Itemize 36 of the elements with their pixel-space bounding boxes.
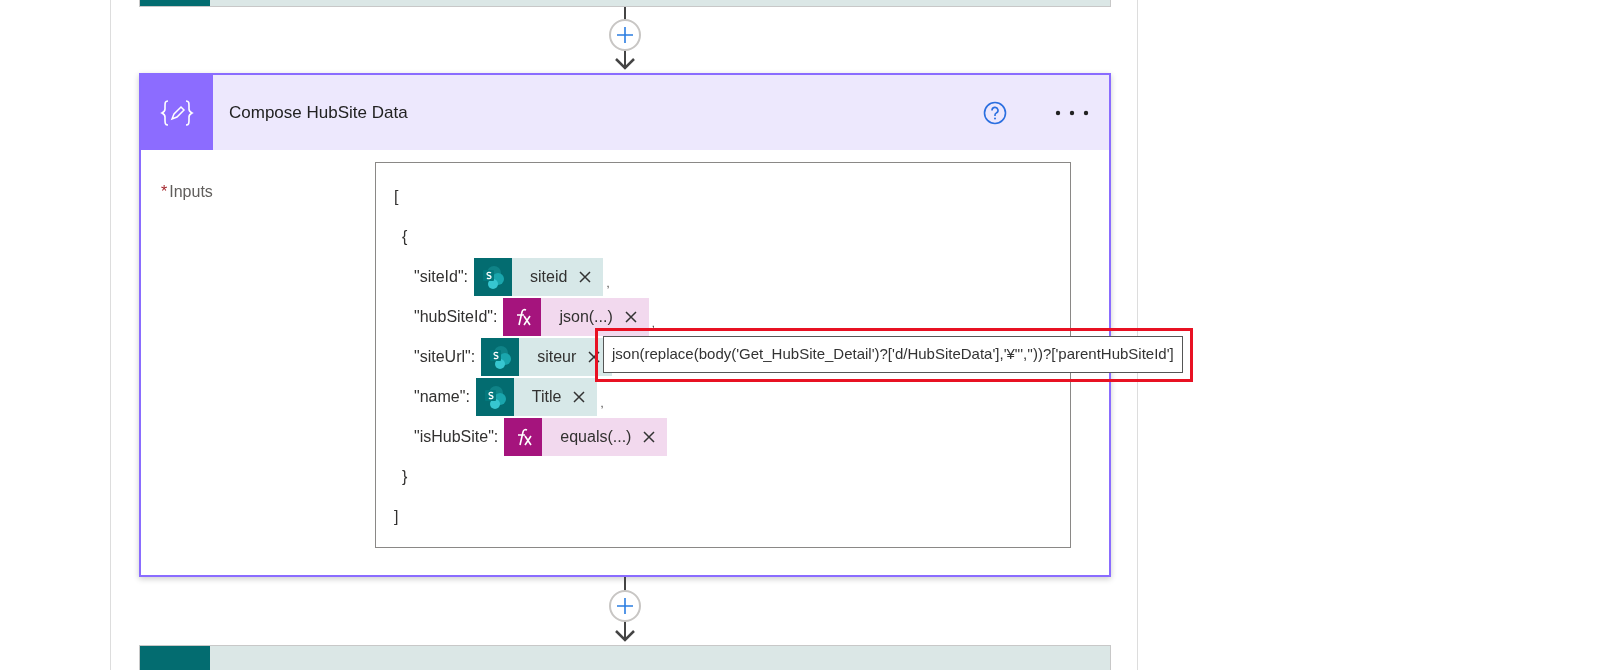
comma-text: , bbox=[606, 275, 610, 291]
brace-text: { bbox=[402, 227, 408, 247]
expression-tooltip: json(replace(body('Get_HubSite_Detail')?['d/HubSiteData'],'¥"',''))?['parentHubSiteId'] bbox=[603, 336, 1183, 373]
token-text: siteid bbox=[530, 267, 568, 287]
sharepoint-icon bbox=[475, 378, 514, 416]
close-icon[interactable] bbox=[624, 311, 637, 323]
bracket-text: [ bbox=[394, 187, 399, 207]
action-card[interactable] bbox=[139, 645, 1111, 670]
brace-text: } bbox=[402, 467, 408, 487]
close-icon[interactable] bbox=[643, 431, 656, 443]
property-key: "isHubSite": bbox=[414, 425, 499, 449]
help-icon[interactable] bbox=[983, 100, 1007, 125]
property-key: "hubSiteId": bbox=[414, 305, 498, 329]
required-mark: * bbox=[161, 183, 168, 200]
close-icon[interactable] bbox=[579, 271, 592, 283]
sharepoint-icon bbox=[474, 258, 513, 296]
property-key: "name": bbox=[414, 385, 470, 409]
token-text: equals(...) bbox=[560, 427, 632, 447]
compose-icon bbox=[141, 75, 213, 150]
bracket-text: ] bbox=[394, 507, 399, 527]
card-title: Compose HubSite Data bbox=[229, 101, 409, 124]
property-key: "siteId": bbox=[414, 265, 469, 289]
sharepoint-icon bbox=[481, 338, 520, 376]
function-icon bbox=[503, 298, 542, 336]
token-text: json(...) bbox=[559, 307, 613, 327]
action-card[interactable] bbox=[139, 0, 1111, 7]
comma-text: , bbox=[651, 315, 655, 331]
close-icon[interactable] bbox=[573, 391, 586, 403]
token-text: siteur bbox=[537, 347, 577, 367]
token-text: Title bbox=[531, 387, 562, 407]
property-key: "siteUrl": bbox=[414, 345, 476, 369]
more-icon[interactable] bbox=[1055, 109, 1089, 116]
close-icon[interactable] bbox=[588, 351, 601, 363]
comma-text: , bbox=[600, 395, 604, 411]
field-label: Inputs bbox=[169, 183, 213, 200]
function-icon bbox=[504, 418, 543, 456]
